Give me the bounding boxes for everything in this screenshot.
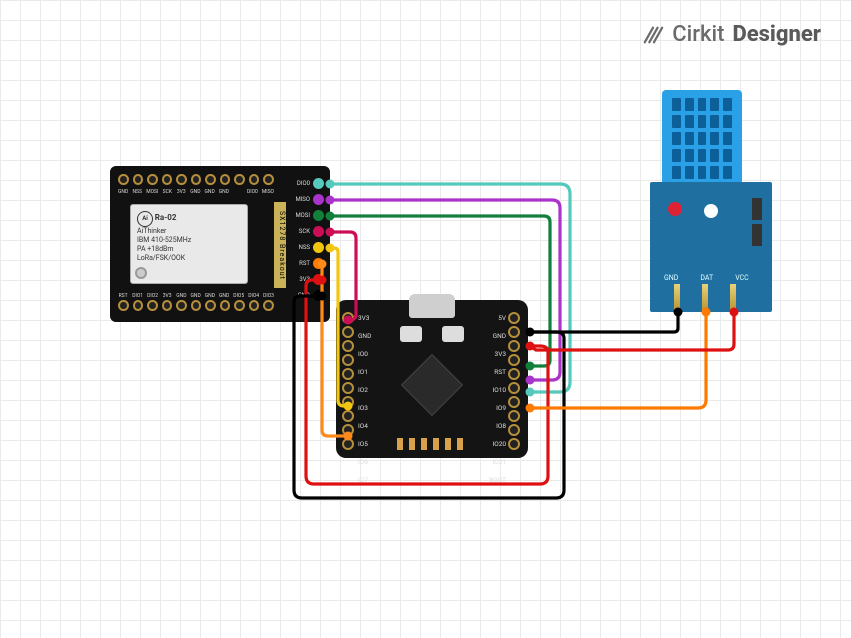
esp-pin-l5[interactable] xyxy=(342,382,354,394)
lora-pin-dio0[interactable] xyxy=(313,178,324,189)
esp-pin-l9[interactable] xyxy=(342,438,354,450)
dht-pin-vcc[interactable] xyxy=(730,284,736,312)
dht-pin-labels: GND DAT VCC xyxy=(664,274,749,282)
esp-pin-l1[interactable] xyxy=(342,326,354,338)
dht-pin-dat[interactable] xyxy=(702,284,708,312)
lora-vendor-label: AiThinker xyxy=(137,227,166,235)
esp-pin-r1[interactable] xyxy=(508,326,520,338)
lora-pin-gnd[interactable] xyxy=(313,290,324,301)
lora-pin-mosi[interactable] xyxy=(313,210,324,221)
lora-mod-label: LoRa/FSK/OOK xyxy=(137,254,185,262)
ai-thinker-logo-icon: Ai xyxy=(137,211,153,227)
esp-pin-r5[interactable] xyxy=(508,382,520,394)
esp-left-pin-header xyxy=(342,312,356,450)
esp-right-pin-header xyxy=(508,312,522,450)
esp-boot-button[interactable] xyxy=(400,326,422,342)
esp-mcu-chip-icon xyxy=(401,354,463,416)
lora-rf-shield: Ai Ra-02 AiThinker IBM 410-525MHz PA +18… xyxy=(130,204,248,284)
esp-pin-r0[interactable] xyxy=(508,312,520,324)
esp-pin-r7[interactable] xyxy=(508,410,520,422)
esp-pin-l2[interactable] xyxy=(342,340,354,352)
component-dht11[interactable]: GND DAT VCC xyxy=(650,90,772,312)
lora-pin-3v3[interactable] xyxy=(313,274,324,285)
esp-antenna-icon xyxy=(397,438,467,450)
component-lora-ra02[interactable]: GNDNSS MOSISCK 3V3GND GNDGND DIO0 MISO R… xyxy=(110,166,330,322)
esp-pin-l4[interactable] xyxy=(342,368,354,380)
lora-freq-label: IBM 410-525MHz xyxy=(137,236,191,244)
dht-resistor2-icon xyxy=(752,224,762,246)
esp-left-pin-labels: 3V3GND IO0IO1 IO2IO3 IO4IO5 IO6IO7 xyxy=(358,312,384,490)
lora-pin-sck[interactable] xyxy=(313,226,324,237)
lora-bottom-pin-labels: RSTDIO1 DIO23V3 GNDGND GNDGND DIO5DIO4 D… xyxy=(118,293,274,299)
lora-bottom-pin-row xyxy=(118,298,274,316)
lora-model-label: Ra-02 xyxy=(155,213,177,222)
esp-pin-r4[interactable] xyxy=(508,368,520,380)
lora-pa-label: PA +18dBm xyxy=(137,245,174,253)
esp-pin-l0[interactable] xyxy=(342,312,354,324)
dht-power-led-icon xyxy=(668,202,682,216)
lora-pin-miso[interactable] xyxy=(313,194,324,205)
esp-reset-button[interactable] xyxy=(442,326,464,342)
lora-side-label: SX1278 Breakout xyxy=(274,202,286,288)
esp-pin-l6[interactable] xyxy=(342,396,354,408)
esp-pin-r8[interactable] xyxy=(508,424,520,436)
brand-icon xyxy=(642,24,664,46)
lora-top-pin-labels: GNDNSS MOSISCK 3V3GND GNDGND DIO0 MISO xyxy=(118,189,274,195)
esp-pin-l3[interactable] xyxy=(342,354,354,366)
component-esp32[interactable]: 3V3GND IO0IO1 IO2IO3 IO4IO5 IO6IO7 5VGND… xyxy=(336,300,528,458)
esp-pin-l7[interactable] xyxy=(342,410,354,422)
brand-name: Cirkit xyxy=(672,22,724,47)
brand-product: Designer xyxy=(732,22,821,47)
esp-right-pin-labels: 5VGND 3V3RST IO10IO9 IO8IO20 IO21BOOT xyxy=(480,312,506,490)
lora-breakout-header: DIO0 MISO MOSI SCK NSS RST 3V3 GND xyxy=(288,176,324,302)
esp-pin-r2[interactable] xyxy=(508,340,520,352)
dht-resistor-icon xyxy=(752,198,762,220)
lora-top-pin-row xyxy=(118,172,274,190)
dht-mount-hole-icon xyxy=(700,200,722,222)
lora-pin-nss[interactable] xyxy=(313,242,324,253)
brand-logo: Cirkit Designer xyxy=(642,22,821,47)
esp-pin-r9[interactable] xyxy=(508,438,520,450)
esp-pin-r3[interactable] xyxy=(508,354,520,366)
ufl-connector-icon xyxy=(135,267,147,279)
lora-pin-rst[interactable] xyxy=(313,258,324,269)
usb-c-connector-icon xyxy=(409,294,455,318)
dht-pin-header xyxy=(674,284,736,312)
esp-pin-l8[interactable] xyxy=(342,424,354,436)
dht-pin-gnd[interactable] xyxy=(674,284,680,312)
esp-pin-r6[interactable] xyxy=(508,396,520,408)
